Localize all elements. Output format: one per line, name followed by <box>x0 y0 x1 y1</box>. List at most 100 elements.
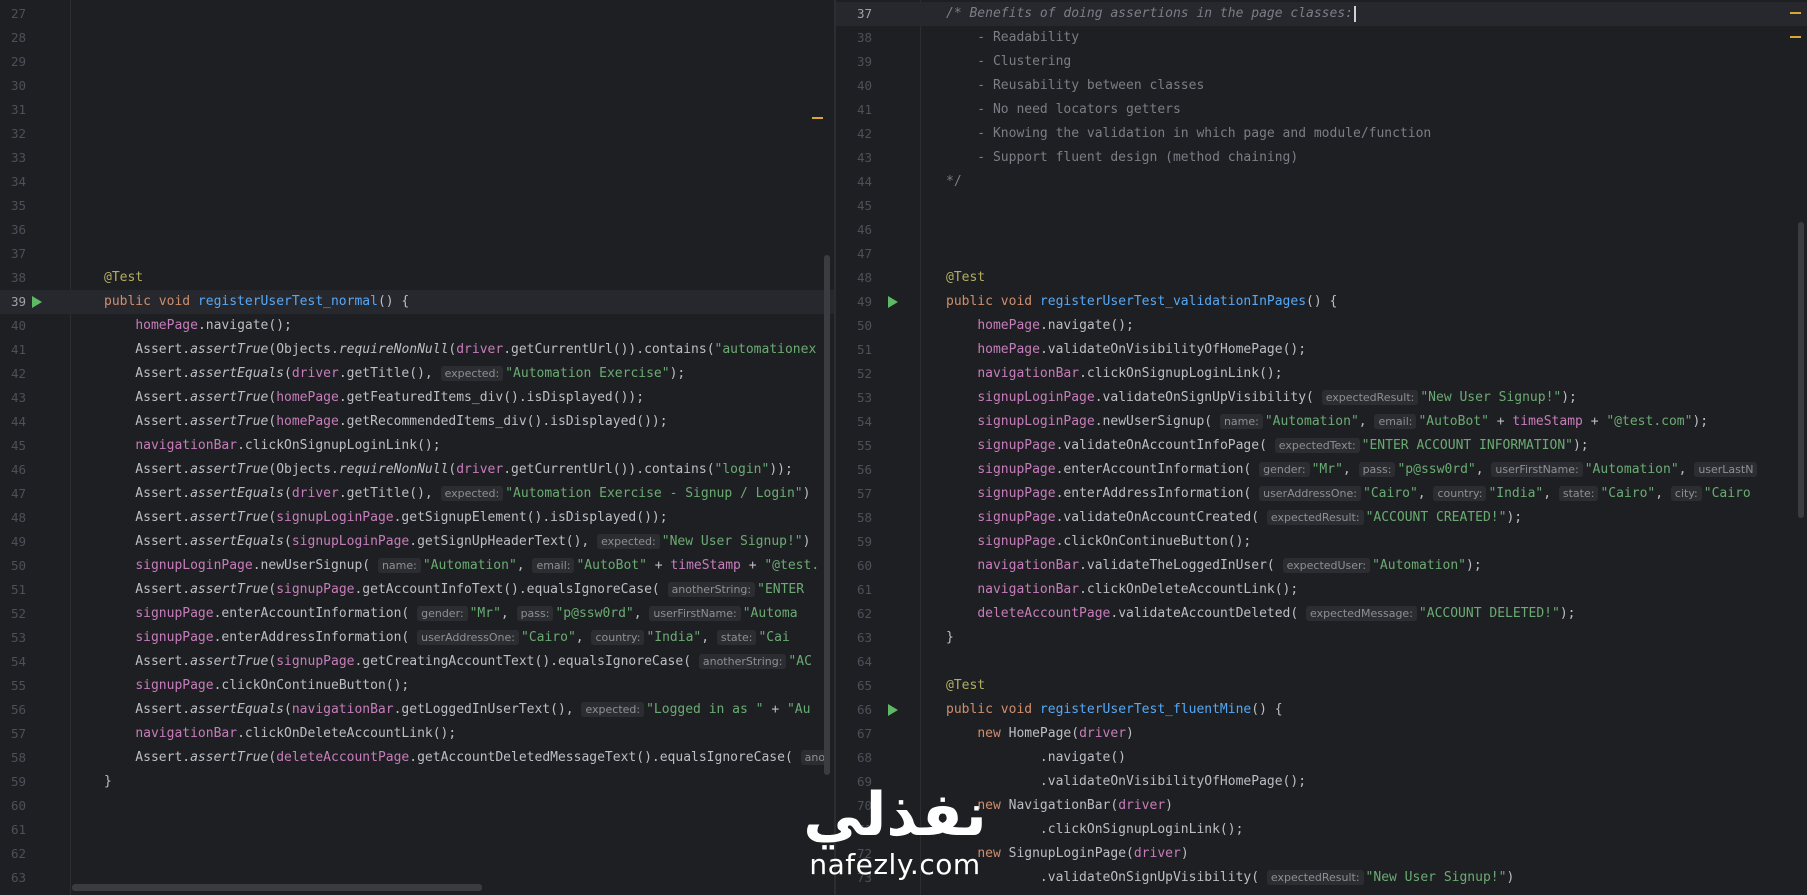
code-line[interactable]: 52 navigationBar.clickOnSignupLoginLink(… <box>836 362 1807 386</box>
code-text[interactable]: signupLoginPage.newUserSignup( name: "Aut… <box>946 410 1708 434</box>
code-line[interactable]: 40 homePage.navigate(); <box>0 314 834 338</box>
code-line[interactable]: 52 signupPage.enterAccountInformation( g… <box>0 602 834 626</box>
code-text[interactable]: Assert.assertEquals(driver.getTitle(), e… <box>104 362 685 386</box>
code-line[interactable]: 49 public void registerUserTest_validatio… <box>836 290 1807 314</box>
run-test-icon[interactable] <box>32 296 42 308</box>
code-text[interactable]: navigationBar.clickOnDeleteAccountLink()… <box>104 722 456 746</box>
code-text[interactable]: - Readability <box>946 26 1079 50</box>
code-line[interactable]: 60 <box>0 794 834 818</box>
code-text[interactable]: public void registerUserTest_validationI… <box>946 290 1337 314</box>
code-line[interactable]: 45 <box>836 194 1807 218</box>
code-text[interactable]: navigationBar.clickOnDeleteAccountLink()… <box>946 578 1298 602</box>
scrollbar-thumb-left[interactable] <box>824 255 830 775</box>
code-line[interactable]: 28 <box>0 26 834 50</box>
code-text[interactable]: - Knowing the validation in which page a… <box>946 122 1431 146</box>
code-text[interactable]: Assert.assertTrue(homePage.getRecommende… <box>104 410 667 434</box>
code-line[interactable]: 54 Assert.assertTrue(signupPage.getCreat… <box>0 650 834 674</box>
code-line[interactable]: 41 Assert.assertTrue(Objects.requireNonN… <box>0 338 834 362</box>
code-line[interactable]: 35 <box>0 194 834 218</box>
code-line[interactable]: 50 homePage.navigate(); <box>836 314 1807 338</box>
code-line[interactable]: 62 deleteAccountPage.validateAccountDele… <box>836 602 1807 626</box>
code-line[interactable]: 67 new HomePage(driver) <box>836 722 1807 746</box>
code-line[interactable]: 56 signupPage.enterAccountInformation( g… <box>836 458 1807 482</box>
code-text[interactable]: signupPage.enterAddressInformation( user… <box>946 482 1751 506</box>
code-line[interactable]: 38 @Test <box>0 266 834 290</box>
editor-pane-right[interactable]: 37 /* Benefits of doing assertions in the… <box>836 0 1807 895</box>
code-text[interactable]: signupLoginPage.newUserSignup( name: "Aut… <box>104 554 819 578</box>
code-text[interactable]: public void registerUserTest_normal() { <box>104 290 409 314</box>
code-text[interactable]: - No need locators getters <box>946 98 1181 122</box>
run-test-icon[interactable] <box>888 704 898 716</box>
code-line[interactable]: 40 - Reusability between classes <box>836 74 1807 98</box>
code-line[interactable]: 36 <box>0 218 834 242</box>
code-text[interactable]: navigationBar.clickOnSignupLoginLink(); <box>946 362 1282 386</box>
code-text[interactable]: @Test <box>946 674 985 698</box>
code-line[interactable]: 51 homePage.validateOnVisibilityOfHomePa… <box>836 338 1807 362</box>
warning-marker[interactable] <box>1790 36 1801 38</box>
warning-marker[interactable] <box>1790 12 1801 14</box>
code-text[interactable]: homePage.navigate(); <box>104 314 292 338</box>
code-text[interactable]: Assert.assertTrue(signupPage.getAccountI… <box>104 578 804 602</box>
code-text[interactable]: .navigate() <box>946 746 1126 770</box>
code-text[interactable]: signupLoginPage.validateOnSignUpVisibili… <box>946 386 1577 410</box>
code-line[interactable]: 33 <box>0 146 834 170</box>
code-text[interactable]: Assert.assertTrue(signupLoginPage.getSig… <box>104 506 667 530</box>
code-line[interactable]: 58 signupPage.validateOnAccountCreated( … <box>836 506 1807 530</box>
code-line[interactable]: 37 /* Benefits of doing assertions in the… <box>836 2 1807 26</box>
code-text[interactable]: Assert.assertEquals(signupLoginPage.getS… <box>104 530 810 554</box>
code-line[interactable]: 47 Assert.assertEquals(driver.getTitle()… <box>0 482 834 506</box>
scrollbar-thumb-right[interactable] <box>1798 222 1804 518</box>
code-line[interactable]: 54 signupLoginPage.newUserSignup( name: "… <box>836 410 1807 434</box>
code-line[interactable]: 42 Assert.assertEquals(driver.getTitle()… <box>0 362 834 386</box>
code-line[interactable]: 58 Assert.assertTrue(deleteAccountPage.g… <box>0 746 834 770</box>
code-line[interactable]: 43 Assert.assertTrue(homePage.getFeature… <box>0 386 834 410</box>
code-text[interactable]: - Reusability between classes <box>946 74 1204 98</box>
code-line[interactable]: 60 navigationBar.validateTheLoggedInUser… <box>836 554 1807 578</box>
code-line[interactable]: 59} <box>0 770 834 794</box>
code-line[interactable]: 55 signupPage.clickOnContinueButton(); <box>0 674 834 698</box>
vertical-scrollbar-left[interactable] <box>820 0 834 895</box>
code-line[interactable]: 66 public void registerUserTest_fluentMin… <box>836 698 1807 722</box>
code-line[interactable]: 29 <box>0 50 834 74</box>
code-text[interactable]: Assert.assertEquals(navigationBar.getLog… <box>104 698 810 722</box>
code-line[interactable]: 41 - No need locators getters <box>836 98 1807 122</box>
code-line[interactable]: 27 <box>0 2 834 26</box>
code-line[interactable]: 44 Assert.assertTrue(homePage.getRecomme… <box>0 410 834 434</box>
code-line[interactable]: 61 navigationBar.clickOnDeleteAccountLin… <box>836 578 1807 602</box>
code-line[interactable]: 34 <box>0 170 834 194</box>
code-line[interactable]: 42 - Knowing the validation in which pag… <box>836 122 1807 146</box>
code-line[interactable]: 56 Assert.assertEquals(navigationBar.get… <box>0 698 834 722</box>
code-line[interactable]: 46 <box>836 218 1807 242</box>
code-text[interactable]: /* Benefits of doing assertions in the p… <box>946 2 1356 26</box>
code-text[interactable]: } <box>946 626 954 650</box>
code-line[interactable]: 64 <box>836 650 1807 674</box>
code-line[interactable]: 30 <box>0 74 834 98</box>
code-line[interactable]: 48 Assert.assertTrue(signupLoginPage.get… <box>0 506 834 530</box>
code-text[interactable]: signupPage.enterAddressInformation( user… <box>104 626 790 650</box>
code-line[interactable]: 65 @Test <box>836 674 1807 698</box>
code-line[interactable]: 48 @Test <box>836 266 1807 290</box>
code-line[interactable]: 38 - Readability <box>836 26 1807 50</box>
code-text[interactable]: - Support fluent design (method chaining… <box>946 146 1298 170</box>
code-text[interactable]: deleteAccountPage.validateAccountDeleted… <box>946 602 1575 626</box>
code-line[interactable]: 53 signupPage.enterAddressInformation( u… <box>0 626 834 650</box>
code-text[interactable]: Assert.assertTrue(homePage.getFeaturedIt… <box>104 386 644 410</box>
code-text[interactable]: signupPage.enterAccountInformation( gend… <box>104 602 798 626</box>
code-text[interactable]: signupPage.enterAccountInformation( gend… <box>946 458 1759 482</box>
code-line[interactable]: 50 signupLoginPage.newUserSignup( name: "… <box>0 554 834 578</box>
code-text[interactable]: .validateOnSignUpVisibility( expectedRes… <box>946 866 1514 890</box>
code-line[interactable]: 44 */ <box>836 170 1807 194</box>
code-line[interactable]: 37 <box>0 242 834 266</box>
code-line[interactable]: 39 public void registerUserTest_normal() … <box>0 290 834 314</box>
code-line[interactable]: 55 signupPage.validateOnAccountInfoPage(… <box>836 434 1807 458</box>
code-text[interactable]: - Clustering <box>946 50 1071 74</box>
code-line[interactable]: 57 signupPage.enterAddressInformation( u… <box>836 482 1807 506</box>
code-text[interactable]: signupPage.clickOnContinueButton(); <box>946 530 1251 554</box>
code-text[interactable]: Assert.assertTrue(deleteAccountPage.getA… <box>104 746 831 770</box>
code-text[interactable]: Assert.assertEquals(driver.getTitle(), e… <box>104 482 810 506</box>
code-text[interactable]: public void registerUserTest_fluentMine(… <box>946 698 1283 722</box>
code-line[interactable]: 62 <box>0 842 834 866</box>
horizontal-scrollbar-left[interactable] <box>72 884 482 891</box>
code-line[interactable]: 61 <box>0 818 834 842</box>
code-text[interactable]: @Test <box>104 266 143 290</box>
